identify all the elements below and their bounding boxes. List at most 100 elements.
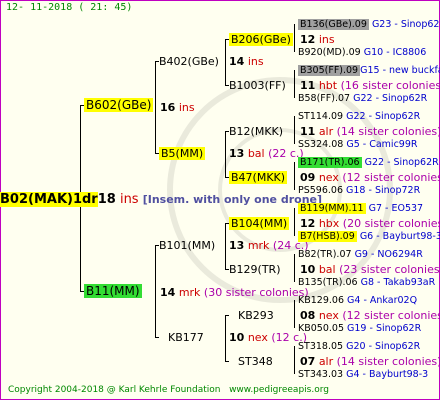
gen4-node[interactable]: ST343.03 G4 - Bayburt98-3: [298, 368, 428, 381]
connector: [294, 70, 295, 98]
root-note: [Insem. with only one drone]: [142, 193, 323, 206]
gen3-node[interactable]: B206(GBe): [229, 33, 293, 46]
gen4-node[interactable]: B58(FF).07 G22 - Sinop62R: [298, 92, 427, 105]
gen3-note: (23 sister colonies): [339, 263, 440, 276]
connector: [225, 361, 229, 362]
gen1-top-info: 16 ins: [160, 101, 195, 114]
gen4-node[interactable]: B920(MD).09 G10 - IC8806: [298, 46, 426, 59]
gen3-id: B47(MKK): [229, 171, 288, 184]
gen2-id: B101(MM): [159, 239, 216, 252]
gen3-note: (12 sister colonies): [342, 309, 440, 322]
connector: [155, 61, 156, 153]
gen3-id: B206(GBe): [229, 33, 293, 46]
header-date: 12- 11-2018 ( 21: 45): [6, 2, 133, 13]
connector: [294, 24, 295, 52]
gen3-sfx: nex: [318, 171, 339, 184]
gen2-id: B402(GBe): [159, 55, 219, 68]
gen3-sfx: ins: [318, 33, 335, 46]
gen3-note: (12 sister colonies): [342, 171, 440, 184]
footer-website[interactable]: www.pedigreeapis.org: [229, 385, 329, 395]
gen2-sfx: bal: [247, 147, 265, 160]
gen4-node[interactable]: SS324.08 G5 - Camic99R: [298, 138, 417, 151]
connector: [225, 315, 226, 361]
connector: [294, 346, 295, 374]
gen3-sfx: bal: [318, 263, 336, 276]
gen3-num: 11: [300, 79, 316, 92]
connector: [225, 315, 229, 316]
gen3-id: B12(MKK): [229, 125, 284, 138]
gen4-node[interactable]: KB129.06 G4 - Ankar02Q: [298, 294, 417, 307]
gen3-node[interactable]: KB293: [238, 309, 274, 322]
gen3-id: ST348: [238, 355, 273, 368]
gen1-top[interactable]: B602(GBe): [84, 98, 154, 112]
gen3-note: (14 sister colonies): [336, 125, 440, 138]
gen3-node[interactable]: B104(MM): [229, 217, 290, 230]
gen3-info: 12 ins: [300, 33, 335, 46]
gen3-num: 12: [300, 217, 316, 230]
gen4-node[interactable]: B7(HSB).09 G6 - Bayburt98-3: [298, 230, 440, 243]
gen2-info: 14 ins: [229, 55, 264, 68]
gen4-node[interactable]: KB050.05 G19 - Sinop62R: [298, 322, 421, 335]
root-queen[interactable]: B02(MAK)1dr18 ins [Insem. with only one …: [0, 192, 322, 207]
gen1-bottom-id: B11(MM): [84, 284, 142, 298]
connector: [294, 300, 295, 328]
gen1-bottom-sfx: mrk: [178, 286, 201, 299]
gen1-top-num: 16: [160, 101, 176, 114]
gen3-sfx: hbt: [318, 79, 338, 92]
gen3-id: B104(MM): [229, 217, 290, 230]
gen3-num: 11: [300, 125, 316, 138]
gen4-node[interactable]: B119(MM).11 G7 - EO537: [298, 202, 423, 215]
gen2-node[interactable]: KB177: [168, 331, 204, 344]
gen2-node[interactable]: B402(GBe): [159, 55, 219, 68]
gen3-note: (20 sister colonies): [342, 217, 440, 230]
root-queen-id: B02(MAK)1dr: [0, 192, 98, 207]
gen3-info: 11 alr (14 sister colonies): [300, 125, 440, 138]
gen3-sfx: nex: [318, 309, 339, 322]
gen3-info: 08 nex (12 sister colonies): [300, 309, 440, 322]
gen3-num: 10: [300, 263, 316, 276]
gen1-bottom[interactable]: B11(MM): [84, 284, 142, 298]
gen3-node[interactable]: ST348: [238, 355, 273, 368]
connector: [294, 116, 295, 144]
gen3-node[interactable]: B47(MKK): [229, 171, 288, 184]
root-queen-sfx: ins: [119, 192, 139, 207]
gen4-node[interactable]: PS596.06 G18 - Sinop72R: [298, 184, 420, 197]
gen3-num: 09: [300, 171, 316, 184]
connector: [294, 254, 295, 282]
gen2-sfx: nex: [247, 331, 268, 344]
gen3-node[interactable]: B1003(FF): [229, 79, 286, 92]
gen2-sfx: ins: [247, 55, 264, 68]
gen3-node[interactable]: B129(TR): [229, 263, 281, 276]
root-queen-num: 18: [97, 192, 116, 207]
gen3-id: KB293: [238, 309, 274, 322]
gen1-bottom-info: 14 mrk (30 sister colonies): [160, 286, 309, 299]
gen4-node[interactable]: B305(FF).09 G15 - new buckfas: [298, 64, 440, 77]
gen3-id: B129(TR): [229, 263, 281, 276]
gen3-info: 09 nex (12 sister colonies): [300, 171, 440, 184]
gen3-sfx: hbx: [318, 217, 340, 230]
gen3-info: 07 alr (14 sister colonies): [300, 355, 440, 368]
gen2-info: 13 bal (22 c.): [229, 147, 304, 160]
gen4-node[interactable]: B135(TR).06 G8 - Takab93aR: [298, 276, 435, 289]
gen2-node[interactable]: B5(MM): [159, 147, 206, 160]
gen2-num: 13: [229, 239, 245, 252]
connector: [294, 208, 295, 236]
gen4-node[interactable]: ST318.05 G20 - Sinop62R: [298, 340, 420, 353]
gen3-info: 10 bal (23 sister colonies): [300, 263, 440, 276]
gen3-num: 07: [300, 355, 316, 368]
gen4-node[interactable]: B136(GBe).09 G23 - Sinop62R: [298, 18, 440, 31]
footer-copyright: Copyright 2004-2018 @ Karl Kehrle Founda…: [8, 385, 221, 395]
gen3-node[interactable]: B12(MKK): [229, 125, 283, 138]
gen4-node[interactable]: ST114.09 G22 - Sinop62R: [298, 110, 420, 123]
gen1-top-id: B602(GBe): [84, 98, 154, 112]
gen4-node[interactable]: B82(TR).07 G9 - NO6294R: [298, 248, 423, 261]
gen2-node[interactable]: B101(MM): [159, 239, 215, 252]
gen3-sfx: alr: [318, 355, 334, 368]
gen3-info: 12 hbx (20 sister colonies): [300, 217, 440, 230]
gen4-node[interactable]: B171(TR).06 G22 - Sinop62R: [298, 156, 439, 169]
gen2-sfx: mrk: [247, 239, 270, 252]
gen2-num: 13: [229, 147, 245, 160]
gen3-note: (16 sister colonies): [340, 79, 440, 92]
connector: [225, 131, 226, 177]
gen1-bottom-note: (30 sister colonies): [203, 286, 309, 299]
